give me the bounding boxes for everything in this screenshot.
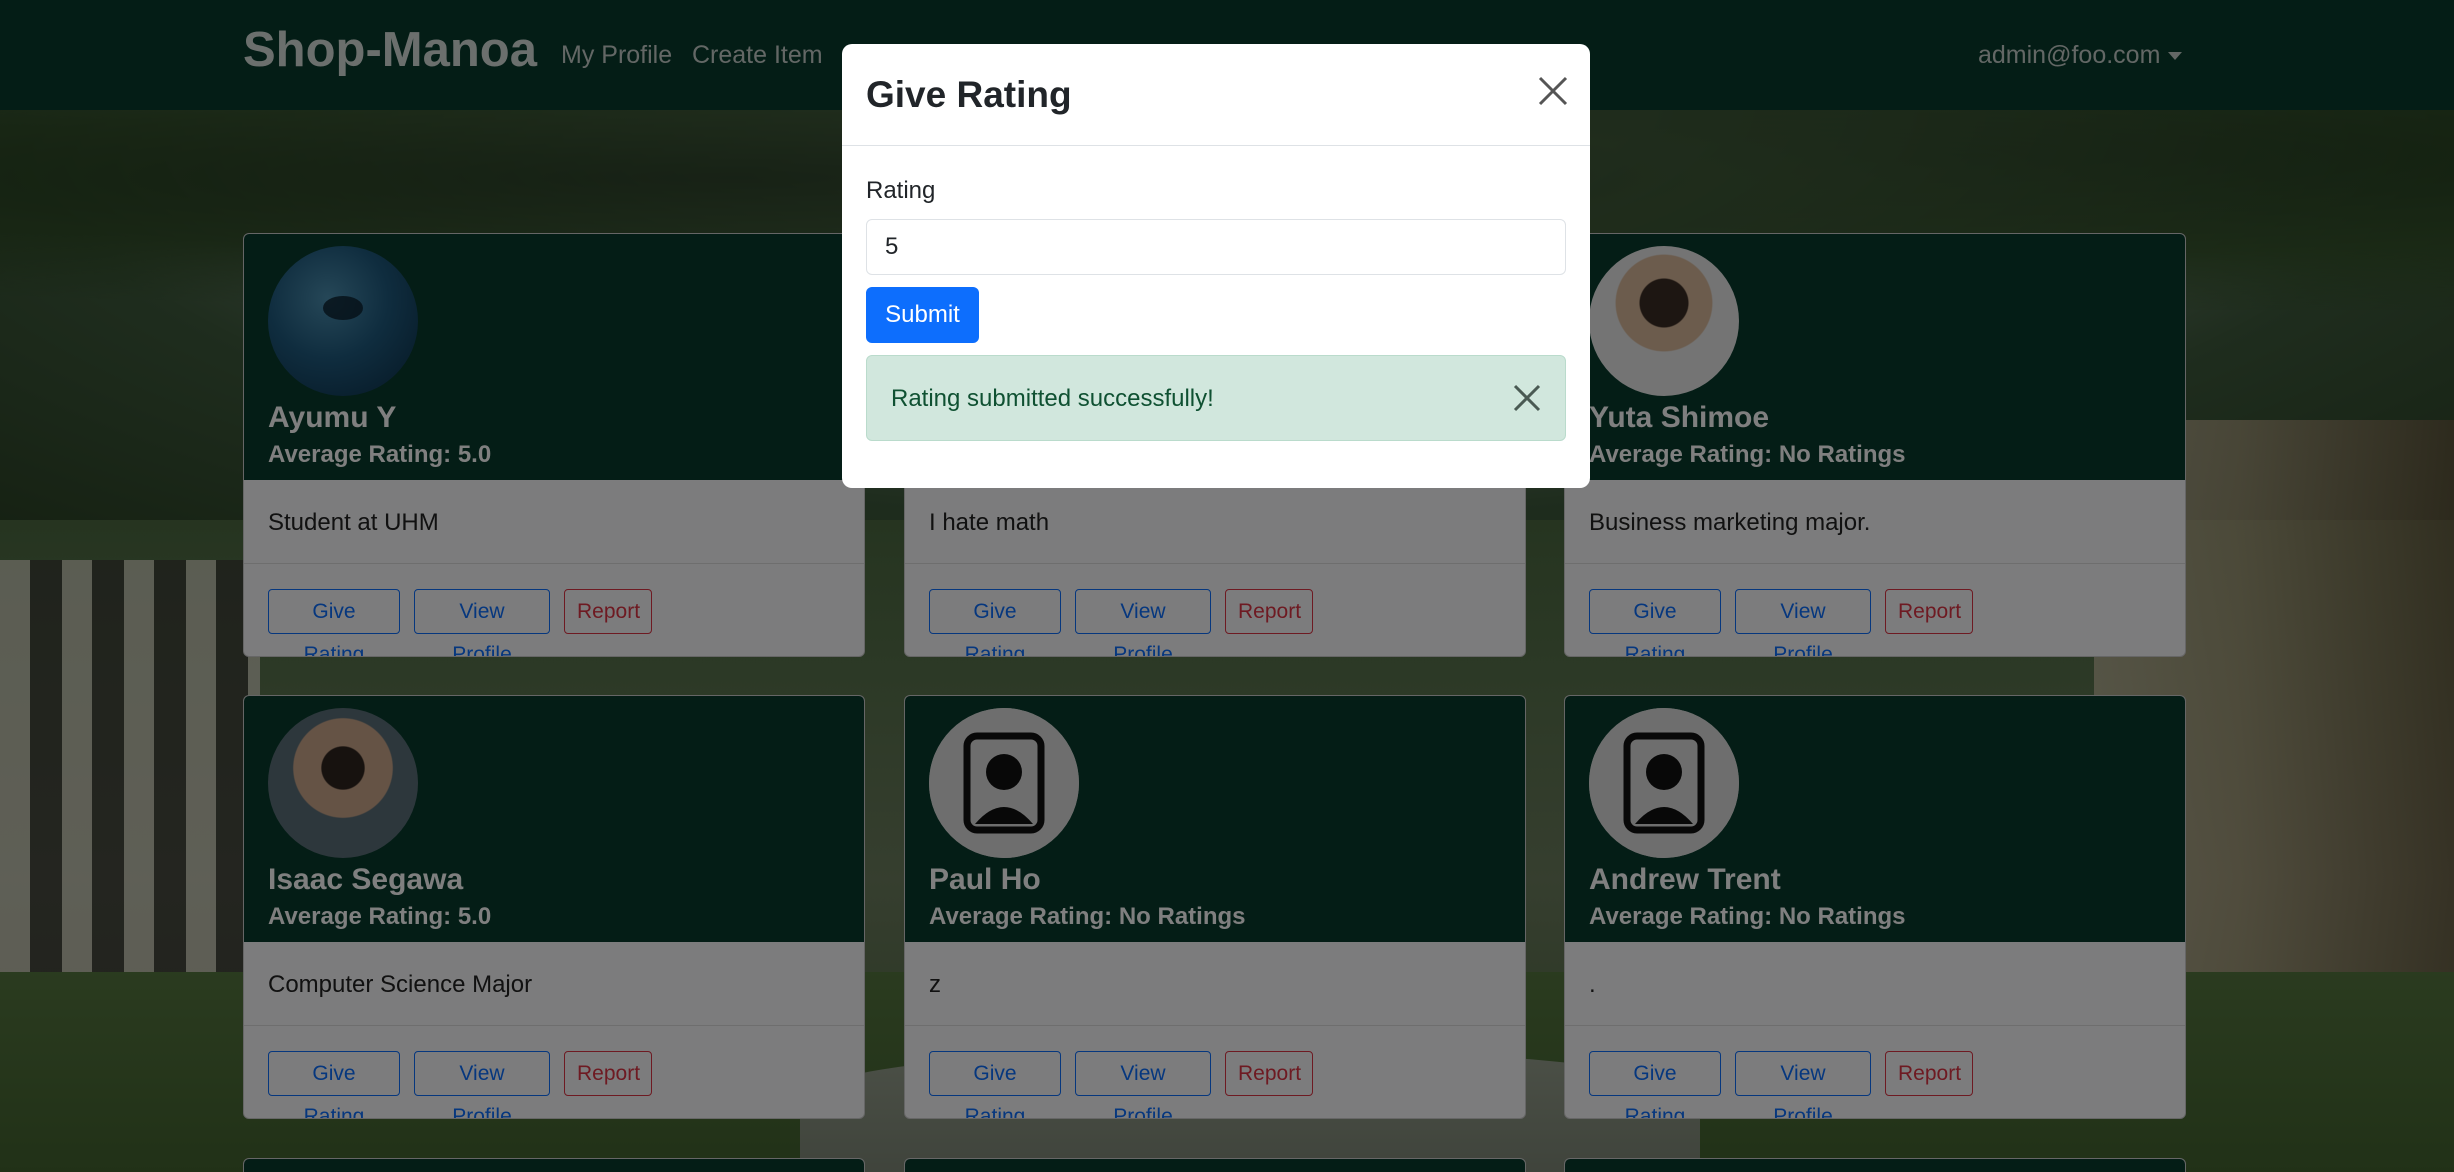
close-icon[interactable] xyxy=(1536,74,1570,108)
success-alert: Rating submitted successfully! xyxy=(866,355,1566,441)
close-icon[interactable] xyxy=(1511,382,1543,414)
rating-label: Rating xyxy=(866,177,936,204)
modal-title: Give Rating xyxy=(866,74,1072,115)
rating-input[interactable] xyxy=(866,219,1566,275)
modal-header: Give Rating xyxy=(842,44,1590,146)
submit-button[interactable]: Submit xyxy=(866,287,979,343)
give-rating-modal: Give Rating Rating Submit Rating submitt… xyxy=(842,44,1590,488)
alert-message: Rating submitted successfully! xyxy=(891,385,1214,412)
